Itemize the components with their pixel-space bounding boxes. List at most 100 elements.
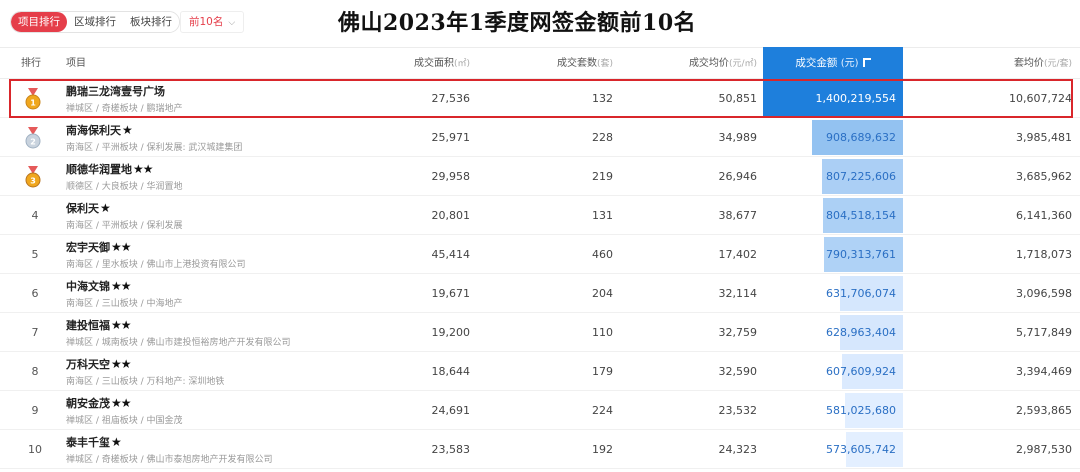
col-avg-price-label: 成交均价 [688,58,729,69]
medal-rank-number: 1 [30,99,36,108]
rank-number: 7 [31,326,39,339]
table-row[interactable]: 8 万科天空★★ 南海区 / 三山板块 / 万科地产: 深圳地铁 18,644 179 3… [0,352,1080,391]
project-name[interactable]: 朝安金茂★★ [66,395,131,411]
star-rating: ★ [100,201,111,215]
col-project: 项目 [66,48,86,79]
bronze-medal-icon: 3 [25,166,41,188]
project-location: 顺德区 / 大良板块 / 华润置地 [66,182,183,192]
project-name-text: 泰丰千玺 [66,436,110,449]
cell-amount: 607,609,924 [826,365,896,378]
table-row[interactable]: 3 顺德华润置地★★ 顺德区 / 大良板块 / 华润置地 29,958 219 26,94… [0,157,1080,196]
project-name-text: 南海保利天 [66,124,121,137]
cell-per-set: 3,096,598 [1016,287,1072,300]
medal-rank-number: 2 [30,138,36,147]
page-title: 佛山2023年1季度网签金额前10名 [338,10,697,36]
project-name-text: 鹏瑞三龙湾壹号广场 [66,85,165,98]
cell-avg-price: 32,114 [718,287,758,300]
cell-sets: 110 [592,326,613,339]
cell-per-set: 2,987,530 [1016,443,1072,456]
cell-avg-price: 32,759 [718,326,758,339]
project-name-text: 朝安金茂 [66,397,110,410]
project-name[interactable]: 建投恒福★★ [66,317,131,333]
star-rating: ★★ [111,279,131,293]
project-name[interactable]: 鹏瑞三龙湾壹号广场 [66,83,166,99]
rank-number: 9 [31,404,39,417]
cell-avg-price: 32,590 [718,365,758,378]
cell-sets: 192 [592,443,613,456]
col-per-set-unit: (元/套) [1043,59,1072,69]
col-avg-price[interactable]: 成交均价(元/㎡) [689,48,757,79]
table-row[interactable]: 4 保利天★ 南海区 / 平洲板块 / 保利发展 20,801 131 38,677 804… [0,196,1080,235]
project-location: 禅城区 / 祖庙板块 / 中国金茂 [66,416,183,426]
col-area-unit: (㎡) [453,59,470,69]
gold-medal-icon: 1 [25,88,41,110]
cell-area: 20,801 [431,209,471,222]
col-sets-unit: (套) [596,59,613,69]
cell-amount: 790,313,761 [826,248,896,261]
cell-per-set: 1,718,073 [1016,248,1072,261]
top-n-label: 前10名 [189,16,224,28]
silver-medal-icon: 2 [25,127,41,149]
project-name-text: 顺德华润置地 [66,163,132,176]
rank-number: 8 [31,365,39,378]
project-name[interactable]: 万科天空★★ [66,356,131,372]
cell-area: 19,671 [431,287,471,300]
cell-per-set: 5,717,849 [1016,326,1072,339]
col-area-label: 成交面积 [413,58,454,69]
project-name-text: 万科天空 [66,358,110,371]
top-n-dropdown[interactable]: 前10名 ⌵ [180,11,245,33]
project-location: 南海区 / 三山板块 / 中海地产 [66,299,183,309]
project-location: 禅城区 / 奇槎板块 / 鹏瑞地产 [66,104,183,114]
cell-avg-price: 23,532 [718,404,758,417]
sort-icon [862,58,871,67]
cell-sets: 131 [592,209,613,222]
rank-number: 5 [31,248,39,261]
table-row[interactable]: 1 鹏瑞三龙湾壹号广场 禅城区 / 奇槎板块 / 鹏瑞地产 27,536 132 50,8… [0,79,1080,118]
table-row[interactable]: 10 泰丰千玺★ 禅城区 / 奇槎板块 / 佛山市泰旭房地产开发有限公司 23,583… [0,430,1080,469]
star-rating: ★★ [133,162,153,176]
tab-district-ranking[interactable]: 区域排行 [67,12,123,32]
cell-per-set: 3,394,469 [1016,365,1072,378]
col-area[interactable]: 成交面积(㎡) [414,48,470,79]
col-per-set[interactable]: 套均价(元/套) [1014,48,1072,79]
project-name[interactable]: 泰丰千玺★ [66,434,122,450]
table-row[interactable]: 9 朝安金茂★★ 禅城区 / 祖庙板块 / 中国金茂 24,691 224 23,532 5… [0,391,1080,430]
star-rating: ★★ [111,240,131,254]
table-row[interactable]: 5 宏宇天御★★ 南海区 / 里水板块 / 佛山市上港投资有限公司 45,414 460… [0,235,1080,274]
star-rating: ★★ [111,396,131,410]
cell-per-set: 10,607,724 [1009,92,1072,105]
ranking-type-tabs: 项目排行 区域排行 板块排行 [10,11,180,33]
cell-area: 23,583 [431,443,471,456]
cell-avg-price: 24,323 [718,443,758,456]
cell-avg-price: 26,946 [718,170,758,183]
project-name[interactable]: 南海保利天★ [66,122,133,138]
cell-amount: 804,518,154 [826,209,896,222]
project-name[interactable]: 中海文锦★★ [66,278,131,294]
star-rating: ★★ [111,357,131,371]
project-name-text: 中海文锦 [66,280,110,293]
tab-sector-ranking[interactable]: 板块排行 [123,12,179,32]
project-name[interactable]: 宏宇天御★★ [66,239,131,255]
project-location: 禅城区 / 奇槎板块 / 佛山市泰旭房地产开发有限公司 [66,455,273,465]
table-row[interactable]: 6 中海文锦★★ 南海区 / 三山板块 / 中海地产 19,671 204 32,114 6… [0,274,1080,313]
col-amount-sorted[interactable]: 成交金额 (元) [763,47,903,80]
project-location: 南海区 / 三山板块 / 万科地产: 深圳地铁 [66,377,225,387]
rank-number: 10 [28,443,42,456]
table-row[interactable]: 7 建投恒福★★ 禅城区 / 城南板块 / 佛山市建投恒裕房地产开发有限公司 19,2… [0,313,1080,352]
cell-per-set: 2,593,865 [1016,404,1072,417]
table-row[interactable]: 2 南海保利天★ 南海区 / 平洲板块 / 保利发展: 武汉城建集团 25,971 22… [0,118,1080,157]
project-location: 禅城区 / 城南板块 / 佛山市建投恒裕房地产开发有限公司 [66,338,291,348]
cell-amount: 628,963,404 [826,326,896,339]
chevron-down-icon: ⌵ [228,18,236,28]
col-rank: 排行 [21,48,41,79]
col-sets[interactable]: 成交套数(套) [557,48,613,79]
col-rank-label: 排行 [21,58,41,69]
tab-project-ranking[interactable]: 项目排行 [11,12,67,32]
rank-number: 6 [31,287,39,300]
cell-per-set: 6,141,360 [1016,209,1072,222]
table-header: 排行 项目 成交面积(㎡) 成交套数(套) 成交均价(元/㎡) 成交金额 (元)… [0,47,1080,80]
col-project-label: 项目 [66,58,86,69]
project-name[interactable]: 保利天★ [66,200,111,216]
cell-area: 18,644 [431,365,471,378]
project-name[interactable]: 顺德华润置地★★ [66,161,153,177]
